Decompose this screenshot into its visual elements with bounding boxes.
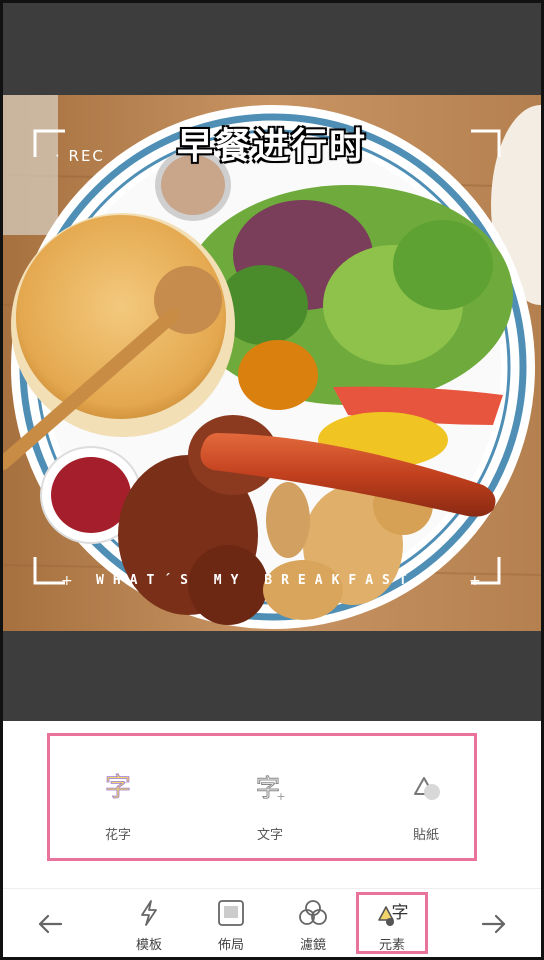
nav-template-label: 模板 <box>135 938 162 953</box>
arrow-left-icon <box>38 914 63 934</box>
top-letterbox <box>3 3 541 95</box>
nav-element-label: 元素 <box>378 938 405 953</box>
breakfast-photo <box>3 95 541 631</box>
caption-plus-left: + <box>61 573 73 589</box>
nav-layout-label: 佈局 <box>217 938 244 953</box>
tool-sticker[interactable]: 貼紙 <box>366 736 486 858</box>
tool-fancy-text-label: 花字 <box>104 828 131 843</box>
overlay-caption-text[interactable]: WHAT´S MY BREAKFAST <box>96 573 416 588</box>
filter-icon <box>286 896 340 930</box>
element-tools-group: 字 花字 字 + 文字 貼紙 <box>47 733 477 861</box>
fancy-text-icon: 字 <box>58 770 178 804</box>
bottom-nav-divider <box>3 888 541 889</box>
rec-label: · REC <box>55 147 105 165</box>
nav-template[interactable]: 模板 <box>122 892 176 954</box>
layout-icon <box>204 896 258 930</box>
nav-filter-label: 濾鏡 <box>299 938 326 953</box>
nav-element[interactable]: 字 元素 <box>360 892 424 954</box>
element-icon: 字 <box>360 896 424 930</box>
nav-filter[interactable]: 濾鏡 <box>286 892 340 954</box>
tool-fancy-text[interactable]: 字 花字 <box>58 736 178 858</box>
svg-text:字: 字 <box>392 903 409 923</box>
editor-photo[interactable]: 早餐进行时 · REC + WHAT´S MY BREAKFAST + <box>3 95 541 631</box>
arrow-right-icon <box>481 914 506 934</box>
svg-text:+: + <box>276 790 285 803</box>
next-button[interactable] <box>474 904 514 944</box>
tool-sticker-label: 貼紙 <box>412 828 439 843</box>
svg-text:字: 字 <box>105 773 131 803</box>
tool-text-label: 文字 <box>256 828 283 843</box>
caption-plus-right: + <box>469 573 481 589</box>
lightning-icon <box>122 896 176 930</box>
sticker-icon <box>366 770 486 804</box>
text-icon: 字 + <box>210 770 330 804</box>
nav-layout[interactable]: 佈局 <box>204 892 258 954</box>
bottom-letterbox <box>3 631 541 721</box>
tool-text[interactable]: 字 + 文字 <box>210 736 330 858</box>
back-button[interactable] <box>30 904 70 944</box>
